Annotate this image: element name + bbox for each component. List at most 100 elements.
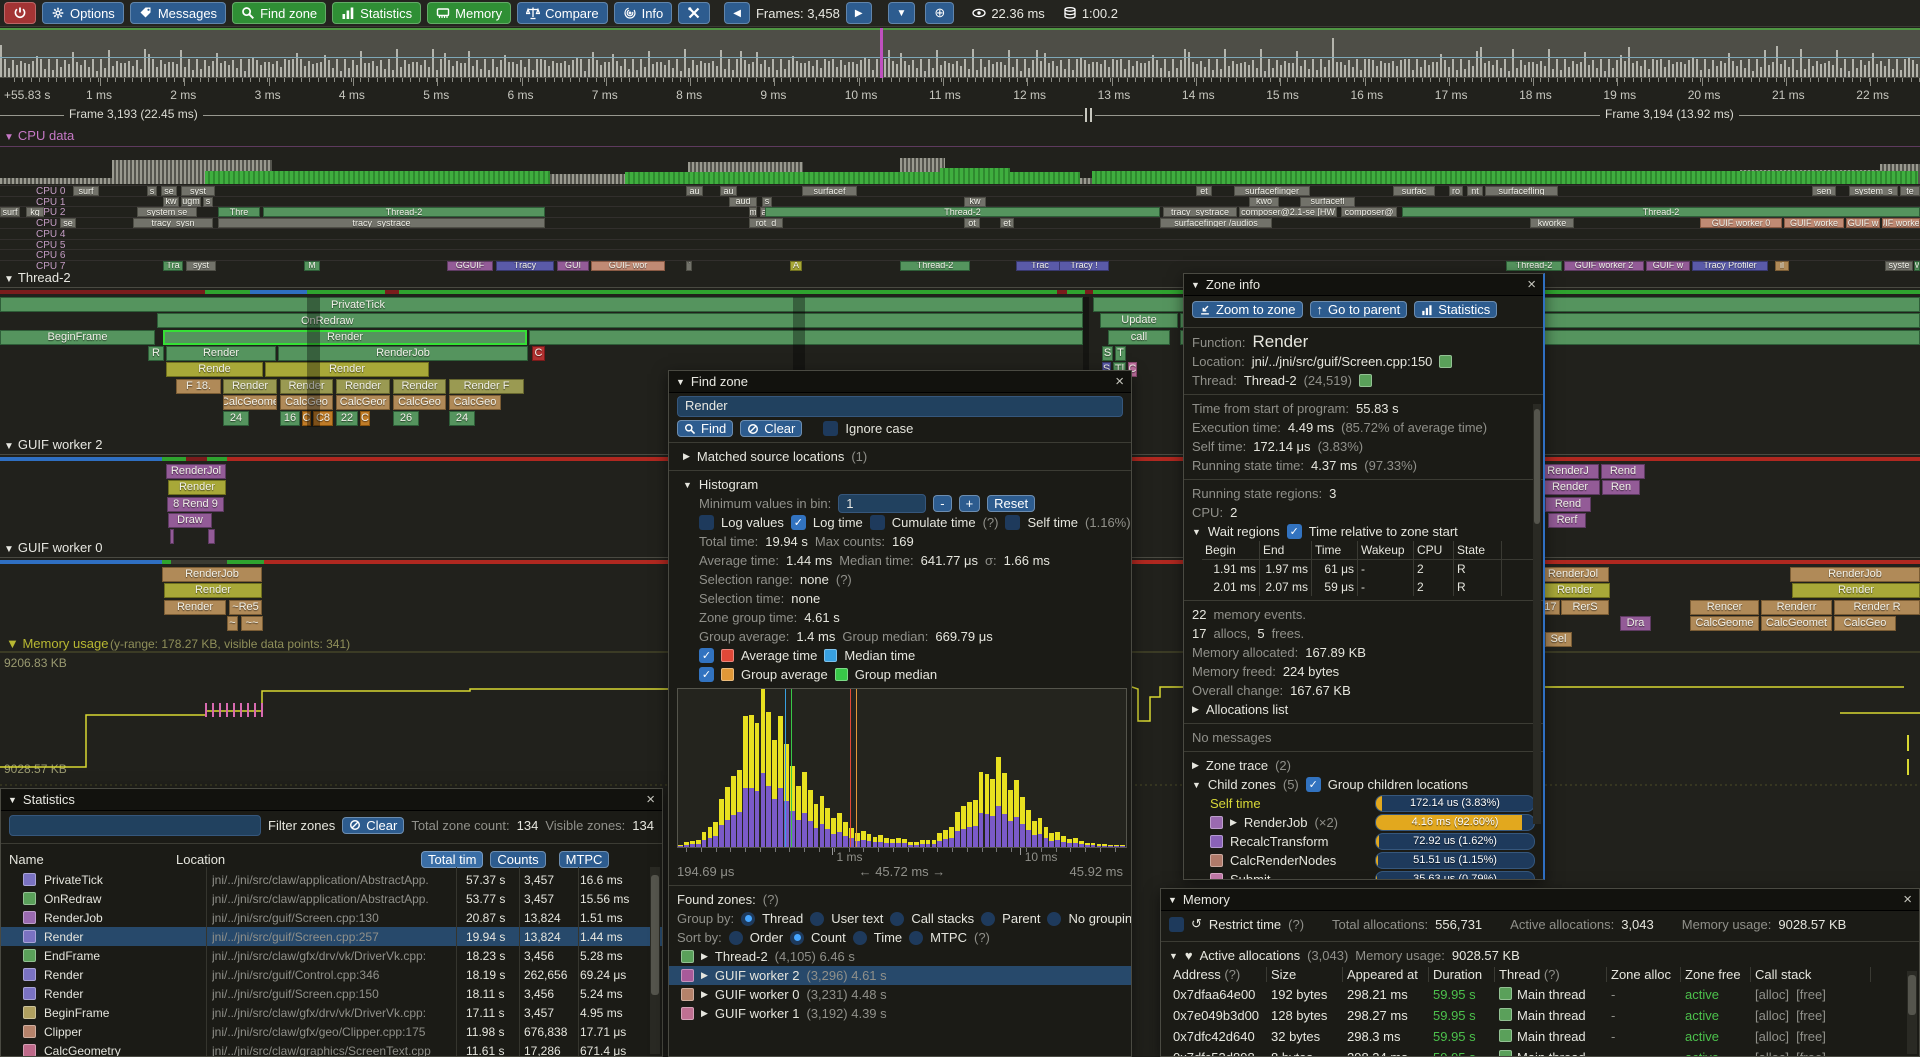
timeline-zone[interactable]: 24 [223,411,249,426]
cpu-zone[interactable]: surfacefling [1485,186,1558,196]
cpu-zone[interactable]: tracy_sysn [133,218,213,228]
cpu-zone[interactable]: ro [1449,186,1463,196]
cpu-zone[interactable]: surfacefinger /audios [1160,218,1272,228]
radio-unselected[interactable] [890,912,904,926]
zone-info-titlebar[interactable]: ▼Zone info× [1184,274,1543,296]
timeline-zone[interactable]: 16 [280,411,300,426]
cpu-zone[interactable]: system_s [1849,186,1898,196]
timeline-zone[interactable]: Render [265,362,429,377]
timeline-zone[interactable]: PrivateTick [0,297,1083,312]
collapsed-triangle-icon[interactable]: ▶ [1192,704,1199,715]
checkbox-checked[interactable]: ✓ [1287,524,1302,539]
zone-group-row[interactable]: ▶GUIF worker 2(3,296) 4.61 s [669,966,1131,985]
cpu-zone[interactable]: kw [964,197,986,207]
cpu-zone[interactable]: au [686,186,703,196]
cpu-zone[interactable]: GUIF w [1646,261,1690,271]
timeline-zone[interactable]: Renderr [1761,600,1832,615]
cpu-zone[interactable]: Tracy ! [1059,261,1109,271]
cpu-zone[interactable]: Thread-2 [1506,261,1562,271]
radio-unselected[interactable] [853,931,867,945]
cpu-zone[interactable]: s [203,197,213,207]
cpu-zone[interactable]: Tracy [496,261,554,271]
timeline-zone[interactable]: ~ [227,616,238,631]
timeline-zone[interactable]: Rencer [1690,600,1759,615]
radio-unselected[interactable] [981,912,995,926]
close-icon[interactable]: × [646,792,655,807]
radio-unselected[interactable] [909,931,923,945]
column-counts-sort[interactable]: Counts [490,851,545,868]
cpu-zone[interactable]: Thread-2 [263,207,545,217]
timeline-zone[interactable]: CalcGeo [1834,616,1896,631]
radio-unselected[interactable] [810,912,824,926]
timeline-zone[interactable]: Draw [168,513,212,528]
collapsed-triangle-icon[interactable]: ▶ [683,451,690,462]
cpu-zone[interactable]: au [720,186,737,196]
cpu-zone[interactable]: te [1900,186,1920,196]
alloc-row[interactable]: 0x7dfaa64e00192 bytes298.21 ms59.95 sMai… [1161,984,1919,1005]
stepper-button[interactable]: + [959,495,981,512]
cpu-zone[interactable]: kwo [1249,197,1279,207]
table-row[interactable]: BeginFramejni/../jni/src/claw/gfx/drv/vk… [1,1003,662,1022]
cpu-zone[interactable]: tracy_systrace [218,218,545,228]
cpu-zone[interactable]: surfac [1393,186,1435,196]
timeline-zone[interactable]: Render [168,480,226,495]
cpu-zone[interactable]: m [749,207,757,217]
timeline-zone[interactable]: T [1115,346,1126,361]
checkbox-unchecked[interactable] [870,515,885,530]
timeline-zone[interactable]: Rende [166,362,263,377]
expanded-triangle-icon[interactable]: ▼ [1192,527,1201,537]
cpu-zone[interactable]: GUIF w [1846,218,1880,228]
checkbox-checked[interactable]: ✓ [699,648,714,663]
cpu-zone[interactable]: GGUIF [447,261,493,271]
timeline-zone[interactable]: Render [336,379,390,394]
cpu-zone[interactable]: surfaceflinger [1234,186,1310,196]
close-icon[interactable]: × [1903,892,1912,907]
alloc-row[interactable]: 0x7e049b3d00128 bytes298.27 ms59.95 sMai… [1161,1005,1919,1026]
thread-header-thread-2[interactable]: ▼Thread-2 [4,270,71,285]
memory-titlebar[interactable]: ▼Memory× [1161,889,1919,911]
search-input[interactable]: Render [677,396,1123,417]
timeline-zone[interactable]: Render R [1834,600,1920,615]
cpu-zone[interactable]: ugm [181,197,201,207]
timeline-zone[interactable]: R [148,346,164,361]
cpu-zone[interactable]: se [60,218,76,228]
timeline-zone[interactable]: Update [1100,313,1178,328]
timeline-zone[interactable]: Render F [449,379,524,394]
column-total-time-sort[interactable]: Total tim [421,851,483,868]
filter-input[interactable] [9,815,261,836]
cpu-zone[interactable]: GUIF wor [591,261,665,271]
close-icon[interactable]: × [1115,374,1124,389]
timeline-zone[interactable]: Rend [1601,464,1645,479]
radio-selected[interactable] [790,931,804,945]
child-zone-row[interactable]: ▶RenderJob(×2)4.16 ms (92.60%) [1184,813,1543,832]
min-values-input[interactable]: 1 [838,494,926,513]
timeline-zone[interactable]: CalcGeo [393,395,446,410]
checkbox-unchecked[interactable] [1005,515,1020,530]
timeline-zone[interactable]: 22 [336,411,358,426]
collapse-triangle-icon[interactable]: ▼ [1191,280,1200,290]
expanded-triangle-icon[interactable]: ▼ [1192,780,1201,790]
expanded-triangle-icon[interactable]: ▼ [683,480,692,490]
timeline-zone[interactable]: Render [1540,583,1610,598]
timeline-zone[interactable]: RenderJol [1537,567,1609,582]
checkbox-checked[interactable]: ✓ [699,667,714,682]
cpu-zone[interactable]: il [1775,261,1789,271]
timeline-zone[interactable]: CalcGeome [223,395,277,410]
cpu-zone[interactable]: et [1000,218,1014,228]
cpu-zone[interactable]: GUIF worker 0 [1700,218,1782,228]
alloc-row[interactable]: 0x7dfc42d64032 bytes298.3 ms59.95 sMain … [1161,1026,1919,1047]
alloc-row[interactable]: 0x7dfc53d8988 bytes298.34 ms59.95 sMain … [1161,1047,1919,1057]
cpu-zone[interactable]: s [762,197,772,207]
cpu-zone[interactable]: Thre [218,207,260,217]
child-zone-row[interactable]: Submit35.63 us (0.79%) [1184,870,1543,880]
cpu-zone[interactable]: surfacef [802,186,857,196]
cpu-zone[interactable]: rot_d [749,218,783,228]
timeline-zone[interactable]: C [532,346,545,361]
collapse-triangle-icon[interactable]: ▼ [1168,895,1177,905]
timeline-zone[interactable]: RenderJob [1790,567,1920,582]
timeline-zone[interactable]: 26 [393,411,419,426]
column-mtpc-sort[interactable]: MTPC [559,851,610,868]
timeline-zone[interactable] [208,529,215,544]
close-icon[interactable]: × [1527,277,1536,292]
timeline-zone[interactable]: call [1108,330,1170,345]
